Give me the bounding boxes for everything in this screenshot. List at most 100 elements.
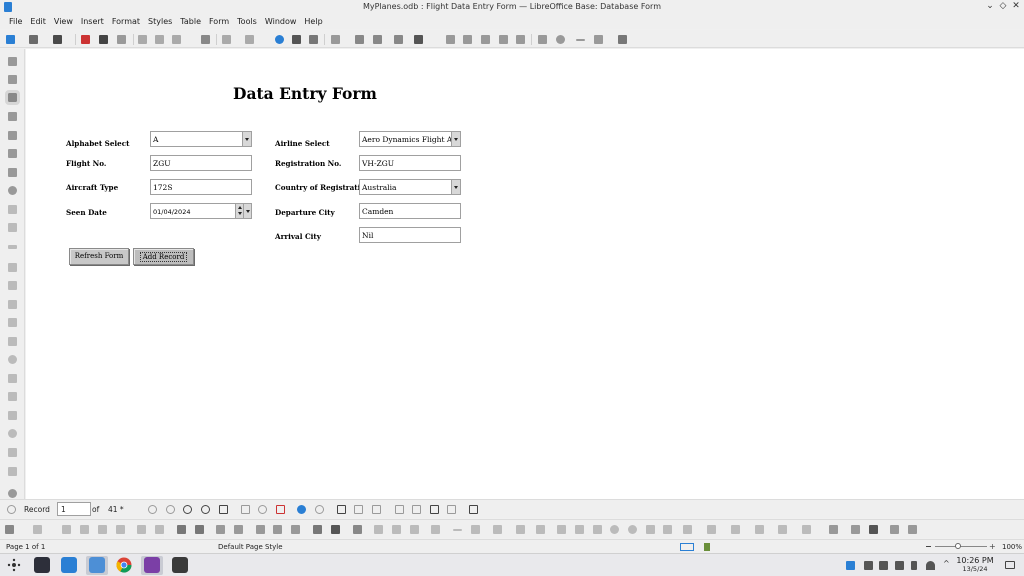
sort-icon[interactable] [372, 505, 381, 514]
square-icon[interactable] [593, 525, 602, 534]
control-properties-icon[interactable] [216, 525, 225, 534]
hyperlink-icon[interactable] [446, 35, 455, 44]
refresh-form-button[interactable]: Refresh Form [69, 248, 129, 265]
record-number-input[interactable]: 1 [57, 502, 91, 516]
circle-icon[interactable] [628, 525, 637, 534]
line-icon[interactable] [453, 529, 462, 531]
zoom-slider[interactable] [935, 546, 987, 547]
airline-select-dropdown[interactable]: Aero Dynamics Flight Aca [359, 131, 461, 147]
reset-filter-icon[interactable] [447, 505, 456, 514]
insert-image-draw-icon[interactable] [908, 525, 917, 534]
open-icon[interactable] [29, 35, 38, 44]
flight-no-field[interactable]: ZGU [150, 155, 252, 171]
time-field-icon[interactable] [8, 337, 17, 346]
print-icon[interactable] [99, 35, 108, 44]
registration-no-field[interactable]: VH-ZGU [359, 155, 461, 171]
design-mode-icon[interactable] [8, 75, 17, 84]
rectangle-icon[interactable] [557, 525, 566, 534]
stars-icon[interactable] [755, 525, 764, 534]
insert-table-icon[interactable] [331, 35, 340, 44]
cross-reference-icon[interactable] [481, 35, 490, 44]
push-button-icon[interactable] [8, 245, 17, 249]
align-center-icon[interactable] [80, 525, 89, 534]
spelling-icon[interactable] [292, 35, 301, 44]
automatic-control-focus-icon[interactable] [331, 525, 340, 534]
list-box-icon[interactable] [8, 205, 17, 214]
copy-icon[interactable] [155, 35, 164, 44]
table-control-icon[interactable] [8, 392, 17, 401]
add-field-icon[interactable] [291, 525, 300, 534]
image-button-icon[interactable] [8, 263, 17, 272]
freeform-icon[interactable] [536, 525, 545, 534]
bookmark-icon[interactable] [499, 35, 508, 44]
menu-view[interactable]: View [50, 15, 77, 29]
curve-icon[interactable] [493, 525, 502, 534]
more-controls-icon[interactable] [8, 489, 17, 498]
undo-icon[interactable] [222, 35, 231, 44]
form-properties-icon[interactable] [234, 525, 243, 534]
next-record-icon[interactable] [183, 505, 192, 514]
bring-to-front-icon[interactable] [137, 525, 146, 534]
new-document-icon[interactable] [6, 35, 15, 44]
triangle-icon[interactable] [646, 525, 655, 534]
snap-to-grid-icon[interactable] [392, 525, 401, 534]
menu-form[interactable]: Form [205, 15, 233, 29]
close-icon[interactable]: ✕ [1010, 1, 1022, 11]
volume-icon[interactable] [895, 561, 904, 570]
points-icon[interactable] [829, 525, 838, 534]
undo-record-icon[interactable] [258, 505, 267, 514]
navigation-bar-icon[interactable] [8, 411, 17, 420]
menu-styles[interactable]: Styles [144, 15, 176, 29]
download-icon[interactable] [846, 561, 855, 570]
file-selection-icon[interactable] [8, 467, 17, 476]
align-right-icon[interactable] [98, 525, 107, 534]
spin-button-icon[interactable] [8, 429, 17, 438]
display-grid-icon[interactable] [374, 525, 383, 534]
last-record-icon[interactable] [201, 505, 210, 514]
insert-image-icon[interactable] [355, 35, 364, 44]
wrap-icon[interactable] [33, 525, 42, 534]
open-in-design-mode-icon[interactable] [313, 525, 322, 534]
maximize-icon[interactable]: ◇ [997, 1, 1009, 11]
clipboard-icon[interactable] [864, 561, 873, 570]
zoom-in-icon[interactable]: + [989, 543, 996, 551]
text-box-icon[interactable] [8, 149, 17, 158]
form-navigator-icon[interactable] [256, 525, 265, 534]
auto-filter-icon[interactable] [395, 505, 404, 514]
basic-shapes-icon[interactable] [594, 35, 603, 44]
page-break-icon[interactable] [516, 35, 525, 44]
symbol-shapes-icon[interactable] [707, 525, 716, 534]
chevron-down-icon[interactable] [451, 132, 460, 146]
clone-formatting-icon[interactable] [201, 35, 210, 44]
sort-ascending-icon[interactable] [337, 505, 346, 514]
delete-record-icon[interactable] [276, 505, 285, 514]
toggle-extrusion-icon[interactable] [890, 525, 899, 534]
formatted-field-icon[interactable] [8, 281, 17, 290]
paste-icon[interactable] [172, 35, 181, 44]
app-store-icon[interactable] [61, 557, 77, 573]
zoom-out-icon[interactable] [926, 546, 931, 547]
new-record-icon[interactable] [219, 505, 228, 514]
currency-field-icon[interactable] [8, 355, 17, 364]
find-replace-icon[interactable] [275, 35, 284, 44]
control-wizards-icon[interactable] [5, 90, 20, 105]
check-box-icon[interactable] [8, 168, 17, 177]
departure-city-field[interactable]: Camden [359, 203, 461, 219]
system-clock[interactable]: 10:26 PM 13/5/24 [952, 556, 998, 574]
send-to-back-icon[interactable] [155, 525, 164, 534]
text-editor-icon[interactable] [172, 557, 188, 573]
insert-line-icon[interactable] [576, 39, 585, 41]
callouts-icon[interactable] [778, 525, 787, 534]
select-pointer-icon[interactable] [177, 525, 186, 534]
anchor-icon[interactable] [5, 525, 14, 534]
date-spin-button[interactable] [235, 204, 243, 218]
sort-descending-icon[interactable] [354, 505, 363, 514]
first-record-icon[interactable] [148, 505, 157, 514]
form-filter-icon[interactable] [430, 505, 439, 514]
spin-down-icon[interactable] [237, 212, 242, 215]
special-character-icon[interactable] [414, 35, 423, 44]
menu-insert[interactable]: Insert [77, 15, 108, 29]
chevron-down-icon[interactable] [451, 180, 460, 194]
formatting-marks-icon[interactable] [309, 35, 318, 44]
menu-help[interactable]: Help [300, 15, 326, 29]
